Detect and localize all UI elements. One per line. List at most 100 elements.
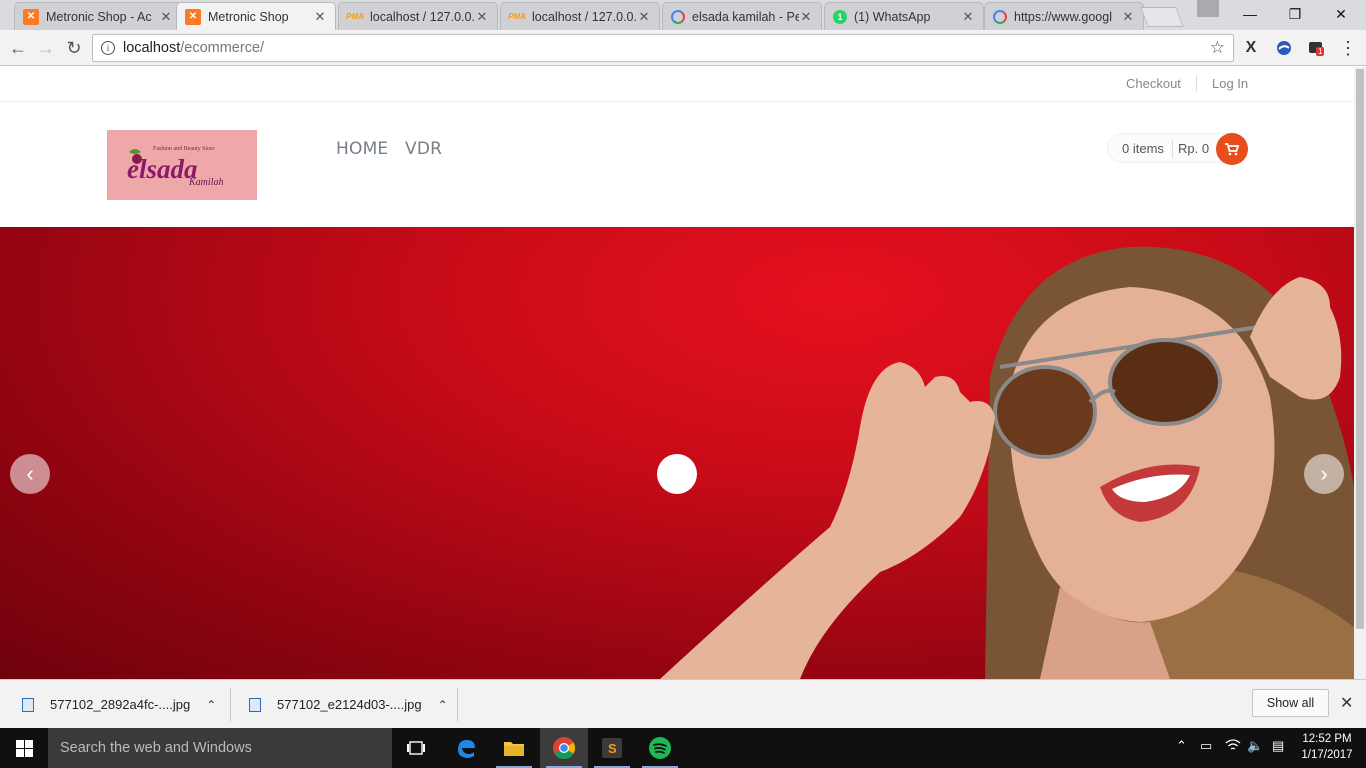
slider-next-button[interactable]: › (1304, 454, 1344, 494)
sublime-text-icon[interactable]: S (588, 728, 636, 768)
tab-title: (1) WhatsApp (854, 9, 931, 24)
tab-title: Metronic Shop (208, 9, 289, 24)
task-view-icon[interactable] (392, 728, 440, 768)
chevron-up-icon[interactable]: ⌃ (206, 698, 216, 712)
address-bar[interactable]: i localhost/ecommerce/ ☆ (92, 34, 1234, 62)
site-header: Fashion and Beauty Store elsada Kamilah … (0, 102, 1354, 227)
nav-vdr[interactable]: VDR (405, 139, 442, 159)
image-file-icon (22, 697, 34, 712)
tab-title: https://www.googl (1014, 9, 1112, 24)
divider (1172, 140, 1173, 158)
phpmyadmin-icon: PMA (346, 12, 364, 21)
download-filename: 577102_2892a4fc-....jpg (50, 697, 191, 712)
browser-tab-active[interactable]: ✕ Metronic Shop ✕ (176, 2, 336, 30)
xampp-icon: ✕ (23, 8, 39, 25)
browser-tab[interactable]: https://www.googl ✕ (984, 2, 1144, 30)
tab-title: elsada kamilah - Pe (692, 9, 799, 24)
chevron-up-icon[interactable]: ⌃ (438, 698, 448, 712)
chrome-menu-icon[interactable]: ⋮ (1338, 38, 1358, 58)
extension-badge-icon[interactable]: 1 (1306, 38, 1326, 58)
bookmark-star-icon[interactable]: ☆ (1210, 38, 1225, 58)
close-tab-icon[interactable]: ✕ (159, 9, 173, 25)
browser-tab[interactable]: 1 (1) WhatsApp ✕ (824, 2, 984, 30)
battery-icon[interactable]: ▭ (1200, 738, 1212, 754)
slider-prev-button[interactable]: ‹ (10, 454, 50, 494)
svg-text:S: S (608, 741, 617, 756)
reload-icon[interactable]: ↻ (63, 37, 85, 59)
web-page: Checkout Log In Fashion and Beauty Store… (0, 67, 1354, 679)
chrome-icon[interactable] (540, 728, 588, 768)
page-scrollbar[interactable] (1354, 67, 1366, 679)
taskbar-search-input[interactable]: Search the web and Windows (48, 728, 392, 768)
taskbar-clock[interactable]: 12:52 PM 1/17/2017 (1296, 731, 1358, 763)
logo-graphic: Fashion and Beauty Store elsada Kamilah (127, 146, 223, 188)
pre-header: Checkout Log In (0, 67, 1354, 102)
volume-icon[interactable]: 🔈 (1247, 738, 1263, 754)
phpmyadmin-icon: PMA (508, 12, 526, 21)
extension-x-icon[interactable]: X (1241, 38, 1261, 58)
download-shelf: 577102_2892a4fc-....jpg ⌃ 577102_e2124d0… (0, 679, 1366, 728)
whatsapp-icon: 1 (833, 9, 847, 24)
slide-image (660, 246, 1354, 679)
svg-text:elsada: elsada (127, 154, 198, 184)
nav-home[interactable]: HOME (336, 139, 388, 159)
image-file-icon (249, 697, 261, 712)
divider (1196, 75, 1197, 92)
extension-badge-count: 1 (1316, 47, 1325, 56)
hero-slider: ‹ › (0, 227, 1354, 679)
close-window-icon[interactable]: ✕ (1318, 0, 1364, 28)
windows-start-icon[interactable] (0, 728, 48, 768)
xampp-icon: ✕ (185, 8, 201, 25)
new-tab-button[interactable] (1140, 7, 1184, 27)
close-tab-icon[interactable]: ✕ (637, 9, 651, 25)
forward-icon[interactable]: → (35, 37, 57, 59)
cart-total: Rp. 0 (1178, 141, 1210, 156)
url-path: /ecommerce/ (180, 40, 265, 56)
chevron-up-icon[interactable]: ⌃ (1176, 738, 1187, 754)
cart-widget[interactable]: 0 items Rp. 0 (1107, 133, 1248, 165)
extension-globe-icon[interactable] (1274, 38, 1294, 58)
login-link[interactable]: Log In (1212, 76, 1248, 91)
close-tab-icon[interactable]: ✕ (313, 9, 327, 25)
spotify-icon[interactable] (636, 728, 684, 768)
close-tab-icon[interactable]: ✕ (1121, 9, 1135, 25)
download-item[interactable]: 577102_2892a4fc-....jpg ⌃ (22, 680, 216, 729)
close-tab-icon[interactable]: ✕ (475, 9, 489, 25)
profile-icon[interactable] (1197, 0, 1219, 17)
svg-text:Kamilah: Kamilah (188, 177, 223, 188)
chevron-left-icon: ‹ (26, 461, 34, 486)
minimize-icon[interactable]: — (1227, 0, 1273, 28)
browser-tab[interactable]: PMA localhost / 127.0.0. ✕ (500, 2, 660, 30)
restore-icon[interactable]: ❐ (1272, 0, 1318, 28)
url-host: localhost (123, 40, 181, 56)
close-shelf-icon[interactable]: ✕ (1340, 693, 1353, 713)
browser-tab[interactable]: elsada kamilah - Pe ✕ (662, 2, 822, 30)
browser-tab[interactable]: ✕ Metronic Shop - Ac ✕ (14, 2, 182, 30)
shopping-cart-icon[interactable] (1216, 133, 1248, 165)
back-icon[interactable]: ← (7, 37, 29, 59)
slider-pagination-dot[interactable] (657, 454, 697, 494)
wifi-icon[interactable] (1225, 738, 1241, 755)
browser-tab-strip: ✕ Metronic Shop - Ac ✕ ✕ Metronic Shop ✕… (0, 0, 1366, 30)
divider (230, 688, 231, 721)
scrollbar-thumb[interactable] (1356, 69, 1364, 629)
google-icon (671, 9, 685, 24)
show-all-button[interactable]: Show all (1252, 689, 1329, 717)
edge-icon[interactable] (442, 728, 490, 768)
notifications-icon[interactable]: ▤ (1272, 738, 1284, 754)
tab-title: Metronic Shop - Ac (46, 9, 152, 24)
clock-date: 1/17/2017 (1301, 749, 1353, 761)
site-logo[interactable]: Fashion and Beauty Store elsada Kamilah (107, 130, 257, 200)
browser-tab[interactable]: PMA localhost / 127.0.0. ✕ (338, 2, 498, 30)
cart-item-count: 0 items (1122, 141, 1164, 156)
checkout-link[interactable]: Checkout (1126, 76, 1181, 91)
windows-taskbar: Search the web and Windows S ⌃ ▭ 🔈 ▤ 12:… (0, 728, 1366, 768)
close-tab-icon[interactable]: ✕ (961, 9, 975, 25)
file-explorer-icon[interactable] (490, 728, 538, 768)
close-tab-icon[interactable]: ✕ (799, 9, 813, 25)
info-icon[interactable]: i (101, 41, 115, 55)
clock-time: 12:52 PM (1302, 733, 1352, 745)
svg-text:Fashion and Beauty Store: Fashion and Beauty Store (153, 146, 215, 152)
download-item[interactable]: 577102_e2124d03-....jpg ⌃ (249, 680, 448, 729)
tab-title: localhost / 127.0.0. (370, 9, 475, 24)
